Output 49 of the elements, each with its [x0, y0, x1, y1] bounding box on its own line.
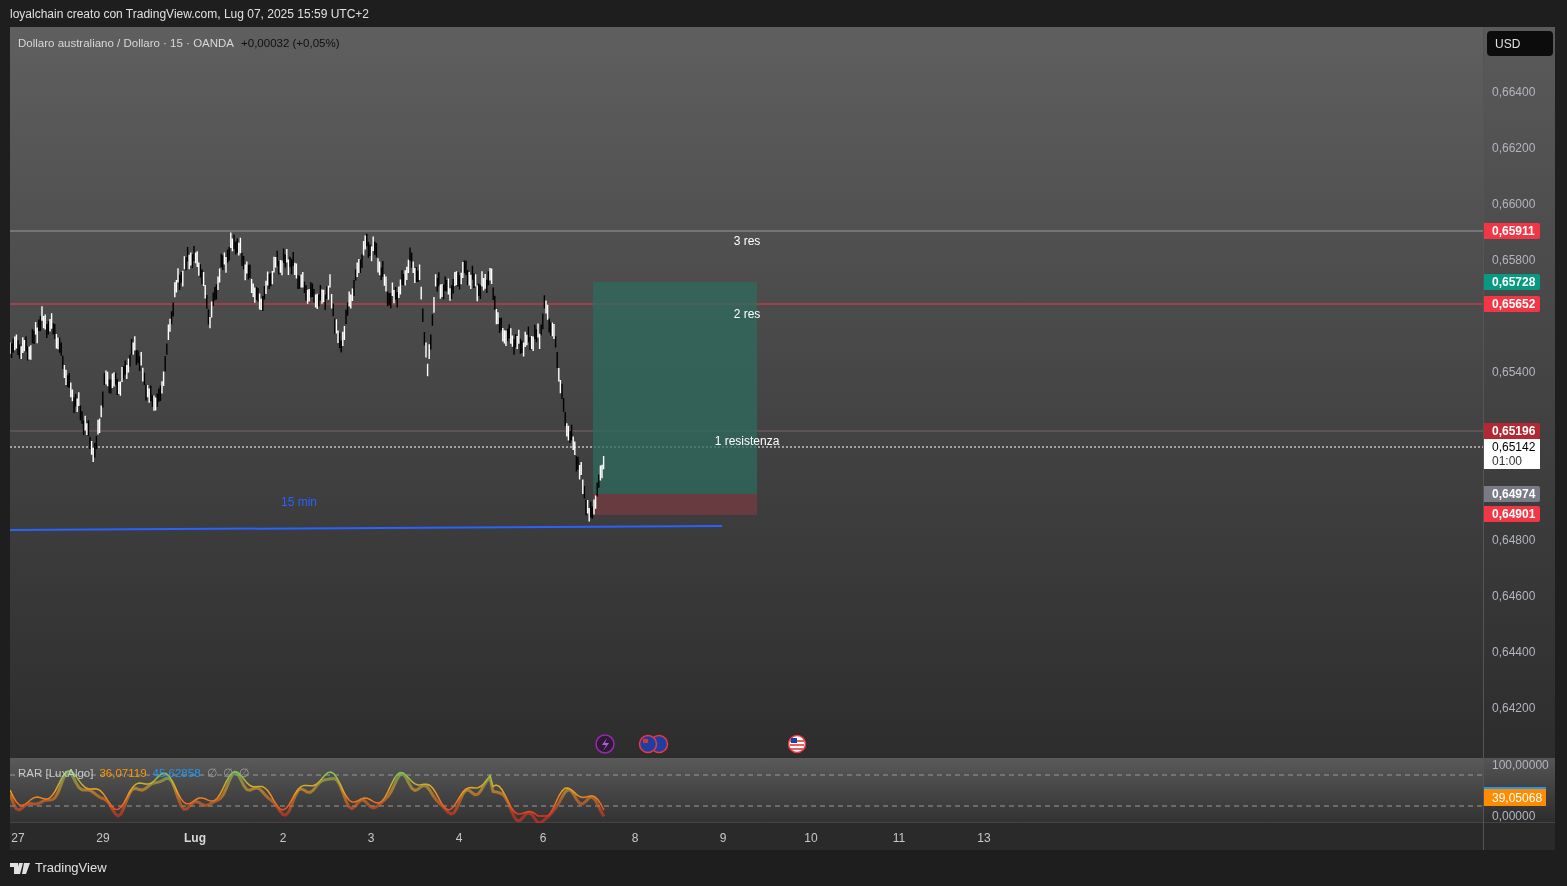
price-axis-label: 0,64600: [1492, 588, 1536, 605]
time-axis-label: 10: [804, 830, 818, 847]
time-axis-label: 27: [11, 830, 25, 847]
indicator-value: 36,07119: [99, 766, 147, 781]
price-axis-label: 0,64800: [1492, 532, 1536, 549]
time-axis-label: 4: [455, 830, 463, 847]
symbol-legend: Dollaro australiano / Dollaro · 15 · OANDA: [18, 35, 235, 53]
time-axis-label: 8: [631, 830, 639, 847]
currency-button[interactable]: USD: [1487, 31, 1553, 56]
indicator-flag-label: ∅: [222, 766, 233, 781]
price-axis-label: 0,66200: [1492, 140, 1536, 157]
chart-label: 2 res: [733, 306, 761, 323]
indicator-flag-label: ∅: [206, 766, 217, 781]
indicator-axis-label: 0,00000: [1492, 808, 1536, 825]
time-axis-label: Lug: [184, 830, 206, 847]
time-axis-label: 6: [539, 830, 547, 847]
price-axis-label: 0,66400: [1492, 84, 1536, 101]
brand-name: TradingView: [35, 859, 107, 878]
brand-logo-icon: [10, 862, 30, 874]
price-change: +0,00032 (+0,05%): [241, 36, 340, 51]
snapshot-caption: loyalchain creato con TradingView.com, Lug 07, 2025 15:59 UTC+2: [10, 5, 369, 23]
indicator-axis-label: 100,00000: [1492, 757, 1549, 774]
price-tag: 0,65728: [1484, 274, 1540, 290]
time-axis-label: 11: [892, 830, 906, 847]
bar-countdown: 01:00: [1492, 454, 1524, 468]
price-axis-label: 0,65400: [1492, 364, 1536, 381]
flag-event-icon: [638, 734, 669, 754]
price-axis-label: 0,66000: [1492, 196, 1536, 213]
price-axis-label: 0,65800: [1492, 252, 1536, 269]
time-axis-label: 29: [96, 830, 110, 847]
time-axis-label: 2: [279, 830, 287, 847]
time-axis-label: 13: [977, 830, 991, 847]
chart-label: 3 res: [733, 233, 761, 250]
price-tag: 0,65196: [1484, 423, 1540, 439]
price-tag: 0,64901: [1484, 506, 1540, 522]
lightning-event-icon: [595, 734, 615, 754]
price-tag: 0,65652: [1484, 296, 1540, 312]
price-axis-label: 0,64200: [1492, 700, 1536, 717]
indicator-flag-label: ∅: [238, 766, 249, 781]
indicator-value-tag: 39,05068: [1484, 787, 1546, 806]
chart-label: 1 resistenza: [714, 433, 780, 450]
price-tag: 0,64974: [1484, 486, 1540, 502]
time-axis-label: 3: [367, 830, 375, 847]
chart-label: 15 min: [281, 494, 317, 511]
flag-event-icon: [787, 734, 807, 754]
indicator-value: 45,62858: [152, 766, 201, 781]
price-tag: 0,65911: [1484, 223, 1540, 239]
time-axis-label: 9: [719, 830, 727, 847]
price-axis-label: 0,64400: [1492, 644, 1536, 661]
